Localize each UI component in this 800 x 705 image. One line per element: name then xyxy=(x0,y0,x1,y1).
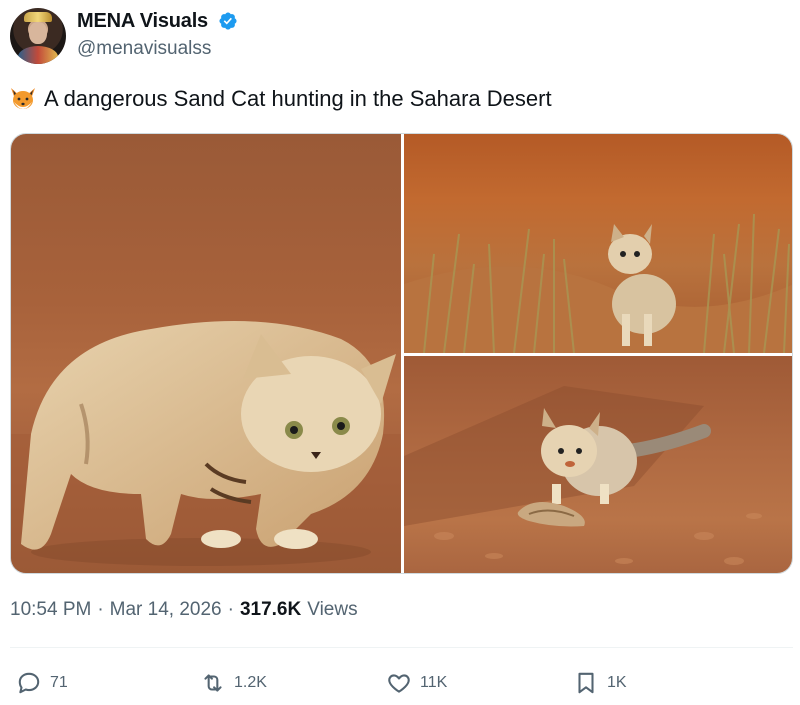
repost-icon xyxy=(204,674,222,692)
photo-sand-cat-stalking[interactable] xyxy=(11,134,401,573)
action-bar: 71 1.2K 11K 1K xyxy=(0,665,800,705)
tweet-text: A dangerous Sand Cat hunting in the Saha… xyxy=(44,86,552,111)
repost-count: 1.2K xyxy=(234,674,267,691)
divider xyxy=(10,647,793,648)
photo-sand-cat-with-snake[interactable] xyxy=(404,356,792,573)
bookmark-count: 1K xyxy=(607,674,627,691)
media-grid xyxy=(10,133,793,574)
avatar[interactable] xyxy=(10,8,66,64)
tweet-date[interactable]: Mar 14, 2026 xyxy=(110,599,222,621)
repost-button[interactable]: 1.2K xyxy=(200,665,267,701)
avatar-face xyxy=(29,22,47,44)
avatar-robe xyxy=(18,46,58,64)
avatar-crown xyxy=(24,12,52,22)
bookmark-icon xyxy=(578,672,594,694)
meta-separator: · xyxy=(97,599,104,620)
tweet-text-row: A dangerous Sand Cat hunting in the Saha… xyxy=(10,86,552,112)
verified-badge-icon xyxy=(219,12,237,30)
meta-separator: · xyxy=(227,599,234,620)
views-count: 317.6K xyxy=(239,599,302,620)
tweet-meta: 10:54 PM · Mar 14, 2026 · 317.6K Views xyxy=(10,599,358,621)
heart-icon xyxy=(388,674,410,693)
reply-button[interactable]: 71 xyxy=(16,665,68,701)
tweet-time[interactable]: 10:54 PM xyxy=(10,599,91,621)
views-label: Views xyxy=(307,599,358,620)
handle[interactable]: @menavisualss xyxy=(77,38,211,60)
reply-icon xyxy=(18,672,40,694)
like-button[interactable]: 11K xyxy=(386,665,447,701)
display-name[interactable]: MENA Visuals xyxy=(77,10,208,33)
reply-count: 71 xyxy=(50,674,68,691)
like-count: 11K xyxy=(420,674,448,691)
fox-face-icon xyxy=(11,88,35,109)
bookmark-button[interactable]: 1K xyxy=(573,665,627,701)
photo-sand-cat-in-grass[interactable] xyxy=(404,134,792,353)
